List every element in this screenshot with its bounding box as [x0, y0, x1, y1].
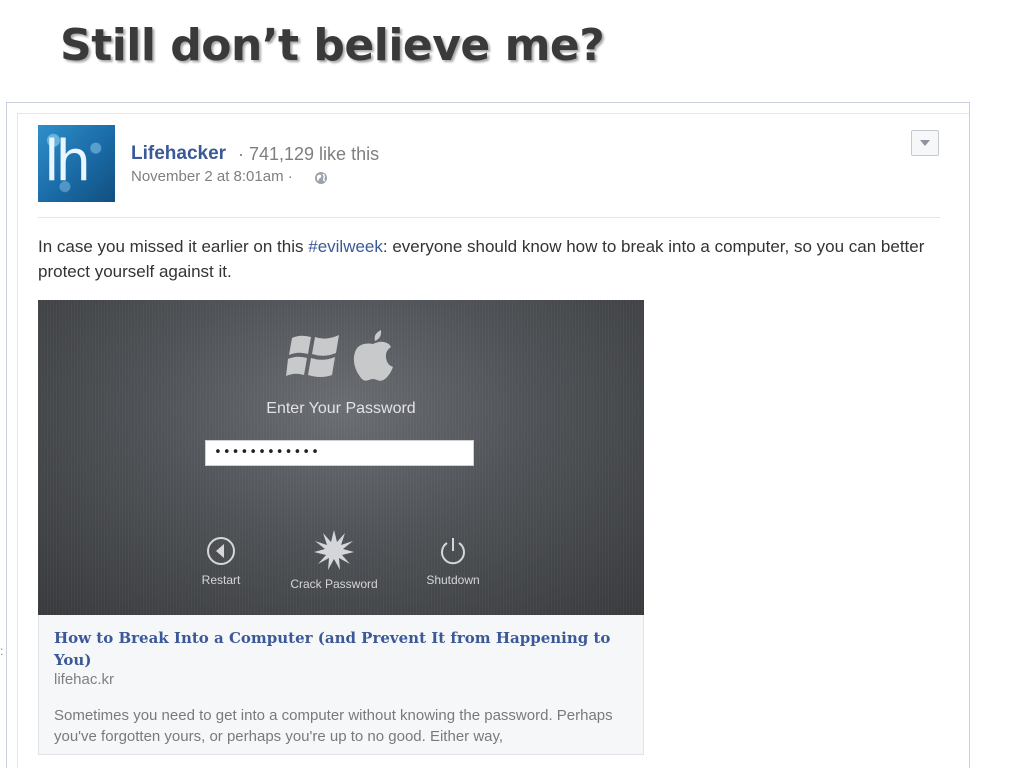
avatar-letters: lh — [44, 129, 91, 194]
lifehacker-avatar[interactable]: lh — [38, 125, 115, 202]
crack-password-control: Crack Password — [278, 530, 390, 591]
link-preview-box[interactable]: How to Break Into a Computer (and Preven… — [38, 615, 644, 755]
link-domain: lifehac.kr — [54, 671, 115, 688]
left-edge-mark: : — [0, 644, 4, 658]
page-like-count: · 741,129 like this — [238, 144, 380, 164]
globe-icon[interactable] — [314, 171, 328, 185]
power-icon — [441, 538, 465, 565]
restart-label: Restart — [201, 573, 241, 587]
shutdown-label: Shutdown — [426, 573, 480, 587]
link-title[interactable]: How to Break Into a Computer (and Preven… — [54, 627, 624, 671]
header-divider — [38, 217, 940, 218]
restart-icon — [207, 537, 235, 565]
crack-password-label: Crack Password — [290, 577, 378, 591]
post-text-before: In case you missed it earlier on this — [38, 237, 309, 256]
password-prompt-label: Enter Your Password — [266, 400, 416, 417]
shutdown-control: Shutdown — [416, 536, 490, 587]
restart-control: Restart — [193, 536, 249, 587]
link-description: Sometimes you need to get into a compute… — [54, 707, 613, 745]
post-timestamp[interactable]: November 2 at 8:01am · — [131, 168, 293, 185]
windows-logo-icon — [286, 335, 339, 377]
apple-logo-icon — [353, 330, 393, 381]
slide-title: Still don’t believe me? — [60, 20, 605, 71]
chevron-down-icon — [920, 140, 930, 146]
hashtag-link[interactable]: #evilweek — [308, 237, 383, 256]
password-field: •••••••••••• — [205, 440, 474, 466]
shared-link-image[interactable]: Enter Your Password •••••••••••• Restart… — [38, 300, 644, 615]
page-name-link[interactable]: Lifehacker — [131, 143, 226, 165]
post-options-button[interactable] — [911, 130, 939, 156]
post-message: In case you missed it earlier on this #e… — [38, 234, 943, 284]
crack-starburst-icon — [314, 530, 354, 570]
